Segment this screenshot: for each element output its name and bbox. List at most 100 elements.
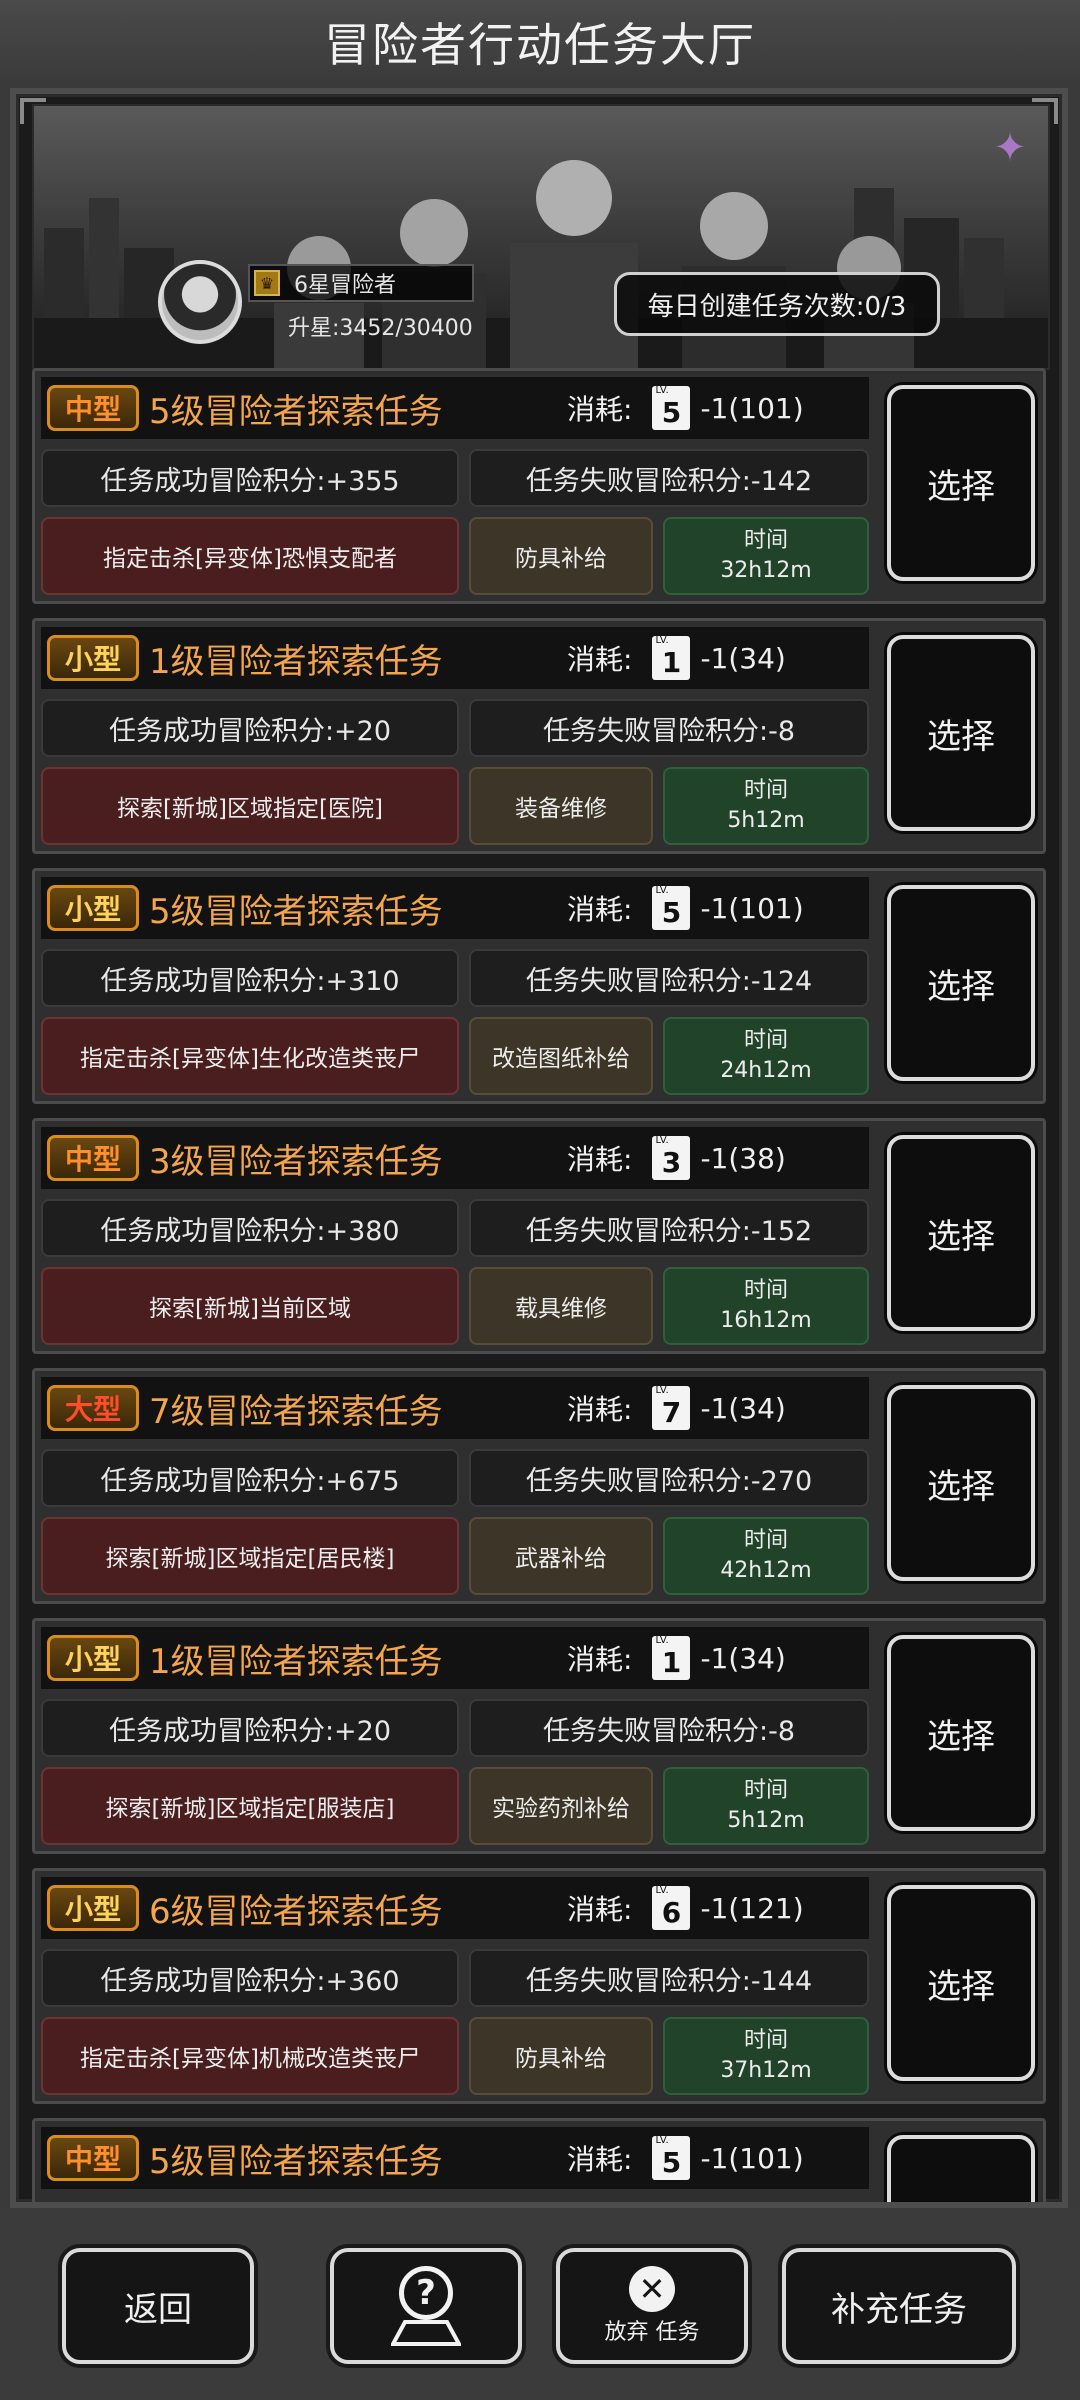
task-card[interactable]: 大型 7级冒险者探索任务 消耗: LV. 7 -1(34) 任务成功冒险积分:+6… bbox=[32, 1368, 1046, 1604]
select-button-label: 选择 bbox=[927, 716, 995, 757]
crown-icon: ♛ bbox=[254, 270, 280, 296]
success-score: 任务成功冒险积分:+355 bbox=[41, 449, 459, 507]
success-score: 任务成功冒险积分:+675 bbox=[41, 1449, 459, 1507]
task-time: 时间 16h12m bbox=[663, 1267, 869, 1345]
task-header: 小型 1级冒险者探索任务 消耗: LV. 1 -1(34) bbox=[41, 627, 869, 689]
level-number: 1 bbox=[661, 646, 682, 679]
abandon-label-part: 放弃 bbox=[604, 2320, 649, 2345]
select-button[interactable]: 选择 bbox=[887, 885, 1035, 1081]
select-button-label: 选择 bbox=[927, 1716, 995, 1757]
close-icon: ✕ bbox=[629, 2266, 675, 2312]
time-value: 16h12m bbox=[720, 1308, 812, 1333]
task-header: 大型 7级冒险者探索任务 消耗: LV. 7 -1(34) bbox=[41, 1377, 869, 1439]
task-title: 7级冒险者探索任务 bbox=[149, 1391, 443, 1432]
cost-label: 消耗: bbox=[567, 893, 633, 926]
task-size-badge: 中型 bbox=[47, 2135, 139, 2181]
select-button[interactable]: 选择 bbox=[887, 1135, 1035, 1331]
success-score: 任务成功冒险积分:+20 bbox=[41, 699, 459, 757]
time-value: 42h12m bbox=[720, 1558, 812, 1583]
select-button[interactable]: 选择 bbox=[887, 635, 1035, 831]
task-target: 指定击杀[异变体]机械改造类丧尸 bbox=[41, 2017, 459, 2095]
success-score: 任务成功冒险积分:+360 bbox=[41, 1949, 459, 2007]
refill-tasks-label: 补充任务 bbox=[831, 2289, 967, 2330]
select-button-label: 选择 bbox=[927, 966, 995, 1007]
level-number: 3 bbox=[661, 1146, 682, 1179]
task-card[interactable]: 小型 6级冒险者探索任务 消耗: LV. 6 -1(121) 任务成功冒险积分:+… bbox=[32, 1868, 1046, 2104]
back-button[interactable]: 返回 bbox=[62, 2248, 254, 2364]
task-header: 中型 5级冒险者探索任务 消耗: LV. 5 -1(101) bbox=[41, 2127, 869, 2189]
level-card-icon: LV. 6 bbox=[652, 1886, 691, 1930]
rank-box: ♛ 6星冒险者 bbox=[248, 264, 474, 302]
daily-task-counter: 每日创建任务次数:0/3 bbox=[614, 272, 940, 336]
task-reward: 武器补给 bbox=[469, 1517, 653, 1595]
task-card[interactable]: 小型 1级冒险者探索任务 消耗: LV. 1 -1(34) 任务成功冒险积分:+2… bbox=[32, 618, 1046, 854]
cost-label: 消耗: bbox=[567, 643, 633, 676]
task-card[interactable]: 中型 5级冒险者探索任务 消耗: LV. 5 -1(101) bbox=[32, 2118, 1046, 2202]
select-button[interactable]: 选择 bbox=[887, 385, 1035, 581]
fail-score: 任务失败冒险积分:-270 bbox=[469, 1449, 869, 1507]
rank-label: 6星冒险者 bbox=[294, 273, 396, 298]
task-title: 5级冒险者探索任务 bbox=[149, 391, 443, 432]
select-button-label: 选择 bbox=[927, 1966, 995, 2007]
cost-label: 消耗: bbox=[567, 1893, 633, 1926]
page-title-bar: 冒险者行动任务大厅 bbox=[0, 0, 1080, 84]
task-size-badge: 中型 bbox=[47, 385, 139, 431]
task-reward: 实验药剂补给 bbox=[469, 1767, 653, 1845]
task-reward: 防具补给 bbox=[469, 517, 653, 595]
task-reward: 装备维修 bbox=[469, 767, 653, 845]
select-button-label: 选择 bbox=[927, 1466, 995, 1507]
task-card[interactable]: 中型 3级冒险者探索任务 消耗: LV. 3 -1(38) 任务成功冒险积分:+3… bbox=[32, 1118, 1046, 1354]
cost-label: 消耗: bbox=[567, 393, 633, 426]
cost-value: -1(121) bbox=[700, 1891, 804, 1925]
upgrade-progress: 升星:3452/30400 bbox=[288, 316, 473, 341]
time-label: 时间 bbox=[743, 2028, 788, 2053]
task-size-badge: 大型 bbox=[47, 1385, 139, 1431]
task-card[interactable]: 小型 1级冒险者探索任务 消耗: LV. 1 -1(34) 任务成功冒险积分:+2… bbox=[32, 1618, 1046, 1854]
task-reward: 防具补给 bbox=[469, 2017, 653, 2095]
help-map-button[interactable]: ? bbox=[330, 2248, 522, 2364]
map-icon bbox=[391, 2320, 461, 2346]
abandon-task-button[interactable]: ✕ 放弃 任务 bbox=[556, 2248, 748, 2364]
task-reward: 改造图纸补给 bbox=[469, 1017, 653, 1095]
avatar[interactable] bbox=[158, 260, 242, 344]
adventurer-figure bbox=[682, 192, 786, 368]
success-score: 任务成功冒险积分:+310 bbox=[41, 949, 459, 1007]
level-number: 5 bbox=[661, 896, 682, 929]
task-target: 指定击杀[异变体]生化改造类丧尸 bbox=[41, 1017, 459, 1095]
task-size-badge: 小型 bbox=[47, 1885, 139, 1931]
task-card[interactable]: 中型 5级冒险者探索任务 消耗: LV. 5 -1(101) 任务成功冒险积分:+… bbox=[32, 368, 1046, 604]
level-number: 1 bbox=[661, 1646, 682, 1679]
task-target: 探索[新城]当前区域 bbox=[41, 1267, 459, 1345]
level-number: 6 bbox=[661, 1896, 682, 1929]
level-card-icon: LV. 1 bbox=[652, 636, 691, 680]
task-target: 探索[新城]区域指定[医院] bbox=[41, 767, 459, 845]
task-reward: 载具维修 bbox=[469, 1267, 653, 1345]
fail-score: 任务失败冒险积分:-142 bbox=[469, 449, 869, 507]
cost-label: 消耗: bbox=[567, 2143, 633, 2176]
task-size-badge: 小型 bbox=[47, 1635, 139, 1681]
time-value: 37h12m bbox=[720, 2058, 812, 2083]
refill-tasks-button[interactable]: 补充任务 bbox=[782, 2248, 1016, 2364]
task-title: 6级冒险者探索任务 bbox=[149, 1891, 443, 1932]
success-score: 任务成功冒险积分:+380 bbox=[41, 1199, 459, 1257]
task-title: 5级冒险者探索任务 bbox=[149, 2141, 443, 2182]
task-card[interactable]: 小型 5级冒险者探索任务 消耗: LV. 5 -1(101) 任务成功冒险积分:+… bbox=[32, 868, 1046, 1104]
task-time: 时间 32h12m bbox=[663, 517, 869, 595]
cost-label: 消耗: bbox=[567, 1143, 633, 1176]
level-card-icon: LV. 7 bbox=[652, 1386, 691, 1430]
task-hall-frame: ✦ ♛ 6星冒险者 升星:3452/30400 每日创建任务次数:0/3 中型 … bbox=[10, 88, 1068, 2208]
select-button[interactable] bbox=[887, 2135, 1035, 2202]
level-number: 7 bbox=[661, 1396, 682, 1429]
select-button[interactable]: 选择 bbox=[887, 1635, 1035, 1831]
select-button-label: 选择 bbox=[927, 466, 995, 507]
task-header: 小型 6级冒险者探索任务 消耗: LV. 6 -1(121) bbox=[41, 1877, 869, 1939]
select-button[interactable]: 选择 bbox=[887, 1385, 1035, 1581]
back-button-label: 返回 bbox=[124, 2289, 192, 2330]
adventurers-banner: ✦ ♛ 6星冒险者 升星:3452/30400 每日创建任务次数:0/3 bbox=[32, 104, 1050, 370]
task-target: 指定击杀[异变体]恐惧支配者 bbox=[41, 517, 459, 595]
cost-value: -1(101) bbox=[700, 391, 804, 425]
task-title: 1级冒险者探索任务 bbox=[149, 641, 443, 682]
select-button[interactable]: 选择 bbox=[887, 1885, 1035, 2081]
cost-value: -1(101) bbox=[700, 2141, 804, 2175]
cost-label: 消耗: bbox=[567, 1393, 633, 1426]
